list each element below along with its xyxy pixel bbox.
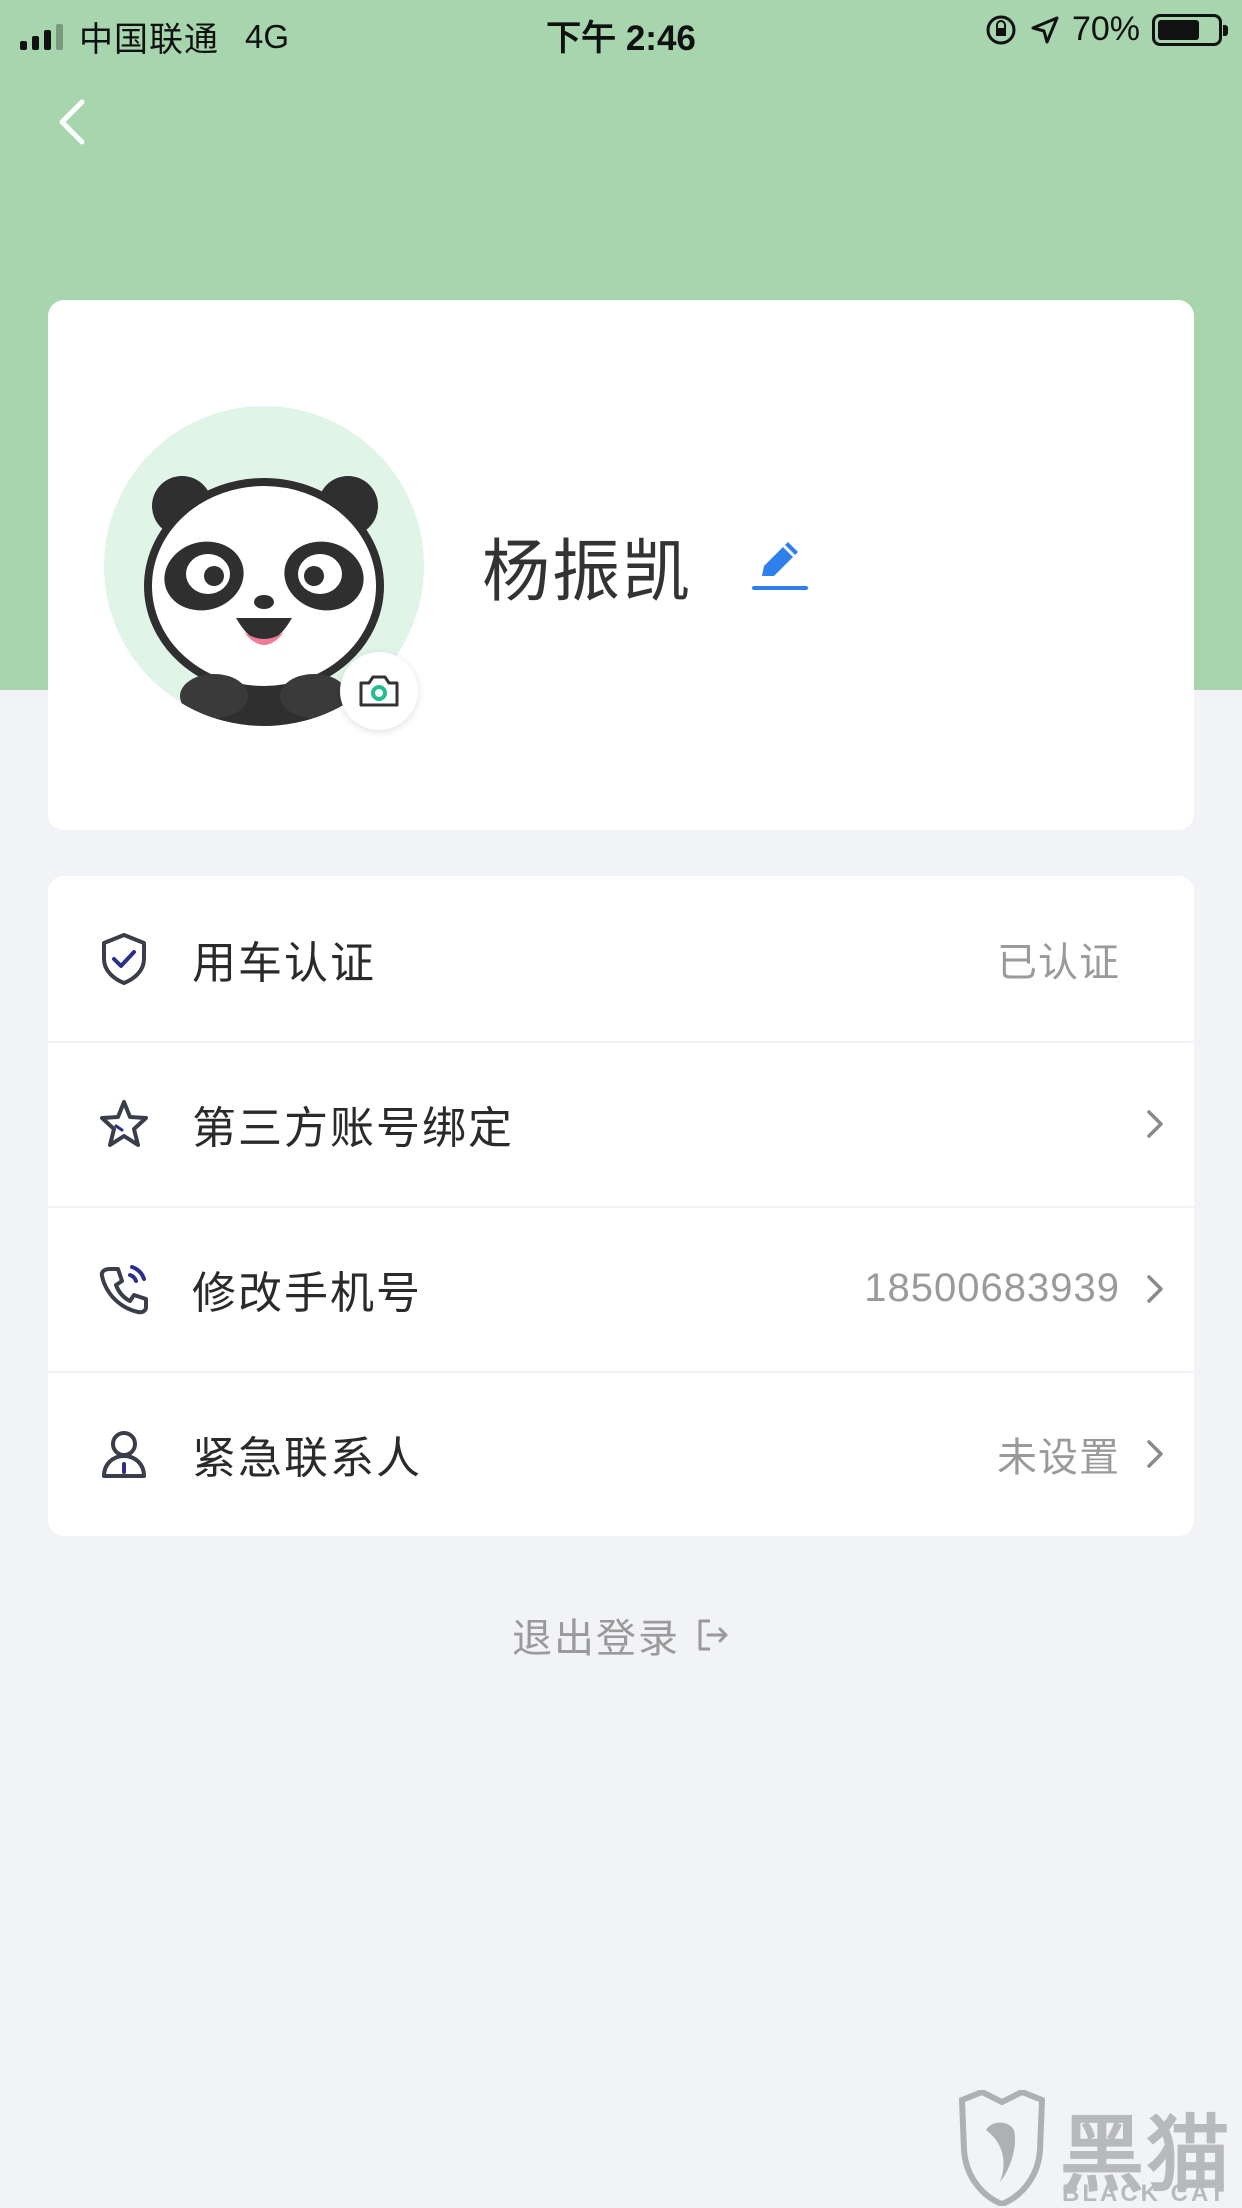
chevron-left-icon bbox=[59, 99, 85, 145]
menu-item-emergency-contact[interactable]: 紧急联系人 未设置 bbox=[48, 1371, 1194, 1536]
user-name: 杨振凯 bbox=[482, 534, 693, 610]
phone-icon bbox=[99, 1264, 148, 1314]
logout-icon bbox=[698, 1619, 728, 1651]
settings-menu: 用车认证 已认证 第三方账号绑定 修改手机号 18500683939 紧急联系人… bbox=[48, 876, 1194, 1536]
logout-label: 退出登录 bbox=[512, 1617, 680, 1661]
menu-item-label: 用车认证 bbox=[192, 938, 376, 988]
black-cat-logo-icon bbox=[958, 2090, 1046, 2206]
shield-check-icon bbox=[102, 932, 146, 985]
chevron-right-icon bbox=[1147, 1274, 1163, 1303]
status-bar: 中国联通 4G 下午 2:46 70% bbox=[0, 0, 1242, 62]
rotation-lock-icon bbox=[986, 15, 1016, 44]
watermark: 黑猫 BLACK CAT bbox=[952, 2088, 1242, 2208]
back-button[interactable] bbox=[50, 92, 100, 152]
emergency-contact-value: 未设置 bbox=[997, 1435, 1120, 1480]
verification-status: 已认证 bbox=[997, 940, 1120, 985]
menu-item-label: 第三方账号绑定 bbox=[192, 1103, 514, 1153]
menu-item-change-phone[interactable]: 修改手机号 18500683939 bbox=[48, 1206, 1194, 1371]
edit-name-button[interactable] bbox=[748, 534, 810, 596]
profile-card: 杨振凯 bbox=[48, 300, 1194, 830]
profile-page: 中国联通 4G 下午 2:46 70% 杨振凯 用车认证 已认证 第三方账号绑定… bbox=[0, 0, 1242, 2208]
menu-item-vehicle-verification[interactable]: 用车认证 已认证 bbox=[48, 876, 1194, 1041]
camera-icon bbox=[359, 675, 399, 707]
menu-item-third-party-binding[interactable]: 第三方账号绑定 bbox=[48, 1041, 1194, 1206]
chevron-right-icon bbox=[1147, 1109, 1163, 1138]
chevron-right-icon bbox=[1147, 1439, 1163, 1468]
star-icon bbox=[100, 1099, 148, 1147]
change-avatar-button[interactable] bbox=[340, 652, 418, 730]
logout-button[interactable]: 退出登录 bbox=[0, 1606, 1242, 1664]
battery-percent: 70% bbox=[1071, 10, 1140, 48]
menu-item-label: 紧急联系人 bbox=[192, 1433, 422, 1483]
pencil-edit-icon bbox=[752, 542, 808, 590]
person-icon bbox=[102, 1430, 146, 1478]
status-right: 70% bbox=[984, 10, 1228, 49]
location-arrow-icon bbox=[1031, 16, 1059, 43]
watermark-subtitle: BLACK CAT bbox=[1062, 2180, 1228, 2207]
phone-number-value: 18500683939 bbox=[864, 1266, 1120, 1310]
menu-item-label: 修改手机号 bbox=[192, 1268, 422, 1318]
battery-icon bbox=[1152, 13, 1228, 46]
